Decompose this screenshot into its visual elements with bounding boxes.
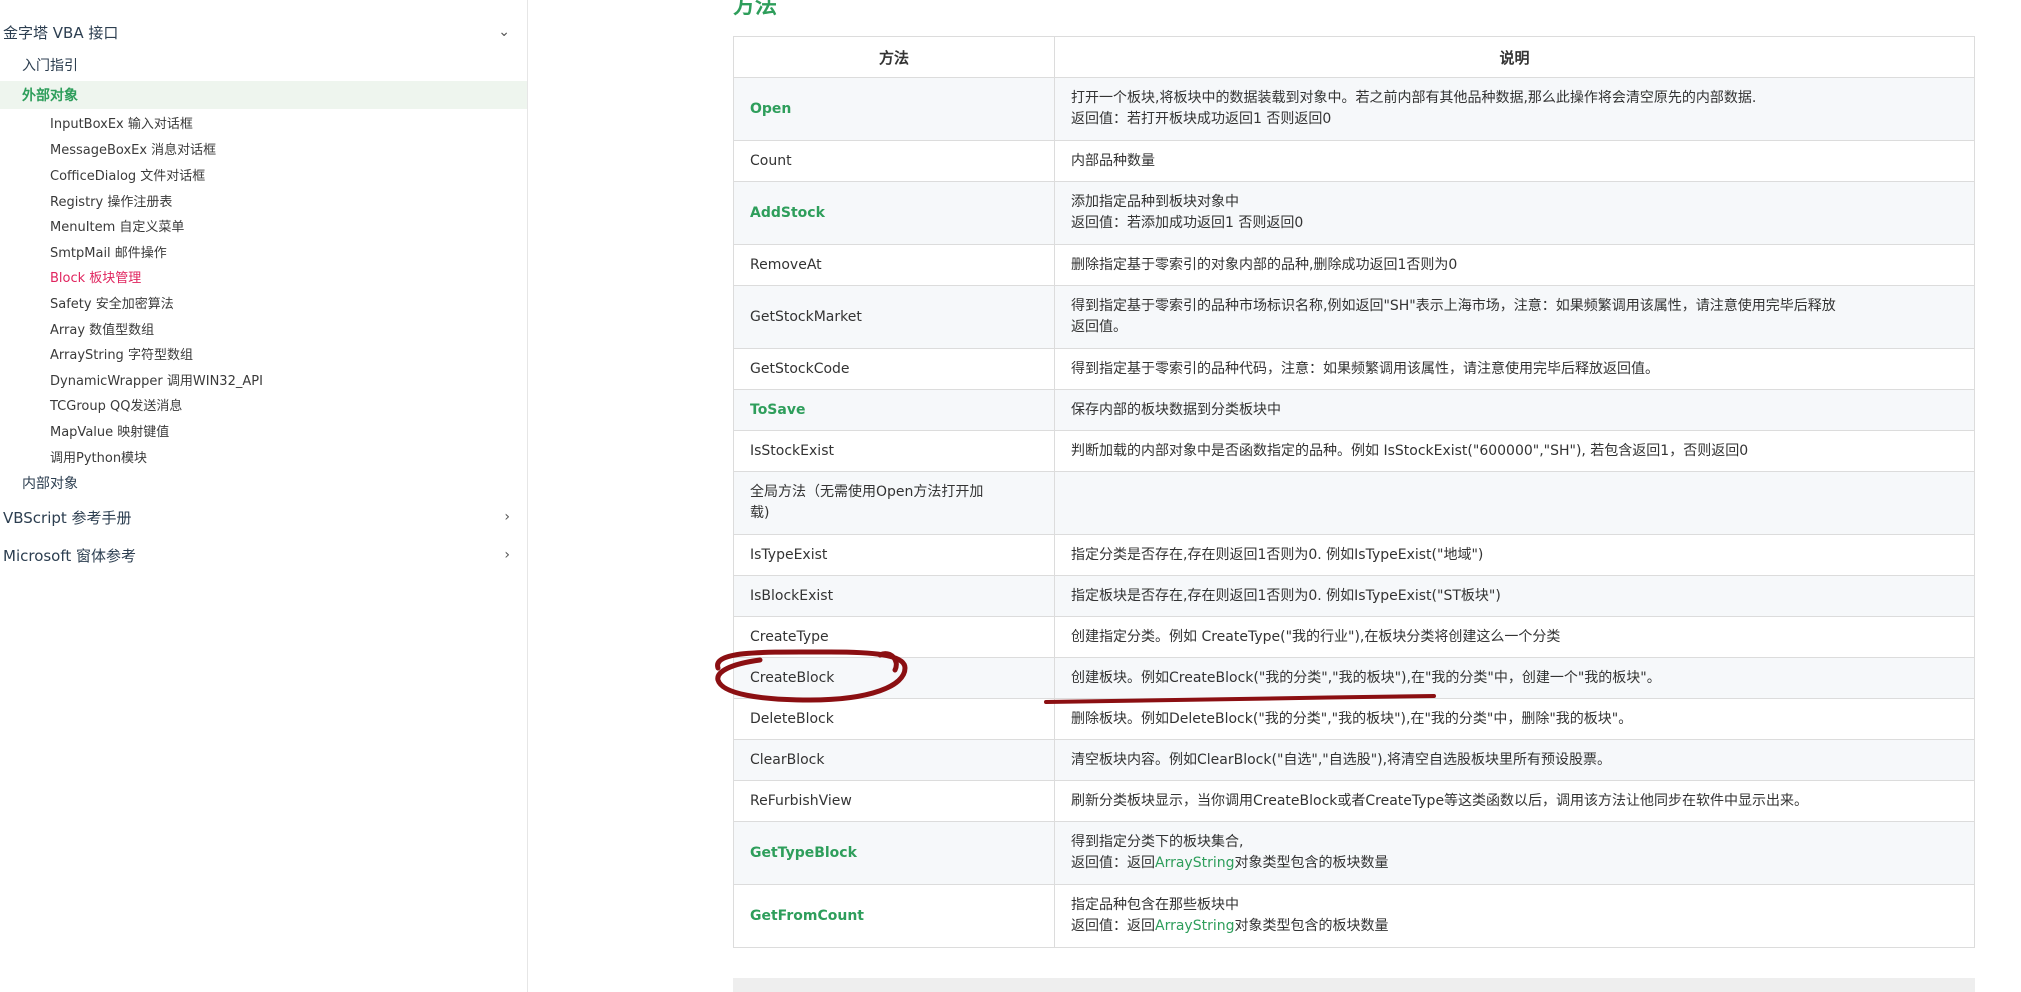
chevron-right-icon: › [504, 509, 510, 525]
sidebar-section-vba[interactable]: 金字塔 VBA 接口 ⌄ [3, 17, 518, 47]
method-name: Count [733, 140, 1055, 182]
sidebar-subitem-tcgroup[interactable]: TCGroup QQ发送消息 [50, 392, 182, 416]
table-row: AddStock 添加指定品种到板块对象中 返回值：若添加成功返回1 否则返回0 [733, 181, 1975, 245]
sidebar-subitem-block[interactable]: Block 板块管理 [50, 264, 141, 288]
sidebar-section-vbscript[interactable]: VBScript 参考手册 › [3, 502, 518, 532]
table-row: DeleteBlock 删除板块。例如DeleteBlock("我的分类","我… [733, 698, 1975, 740]
table-row: ReFurbishView 刷新分类板块显示，当你调用CreateBlock或者… [733, 780, 1975, 822]
method-name: IsBlockExist [733, 575, 1055, 617]
chevron-down-icon: ⌄ [498, 24, 510, 40]
sidebar-subitem-registry[interactable]: Registry 操作注册表 [50, 188, 172, 212]
method-name: ReFurbishView [733, 780, 1055, 822]
footer-bar [733, 978, 1975, 992]
sidebar-section-forms[interactable]: Microsoft 窗体参考 › [3, 540, 518, 570]
global-methods-label: 全局方法（无需使用Open方法打开加 载) [733, 471, 1055, 535]
method-description: 得到指定分类下的板块集合, 返回值：返回ArrayString对象类型包含的板块… [1054, 821, 1975, 885]
arraystring-link[interactable]: ArrayString [1155, 918, 1235, 934]
sidebar-subitem-mapvalue[interactable]: MapValue 映射键值 [50, 418, 169, 442]
method-name: CreateBlock [733, 657, 1055, 699]
sidebar-subitem-inputboxex[interactable]: InputBoxEx 输入对话框 [50, 110, 193, 134]
sidebar-section-vbscript-label: VBScript 参考手册 [3, 508, 132, 527]
sidebar-subitem-cofficedialog[interactable]: CofficeDialog 文件对话框 [50, 162, 205, 186]
table-row: IsBlockExist 指定板块是否存在,存在则返回1否则为0. 例如IsTy… [733, 575, 1975, 617]
sidebar-subitem-smtpmail[interactable]: SmtpMail 邮件操作 [50, 239, 167, 263]
method-description: 保存内部的板块数据到分类板块中 [1054, 389, 1975, 431]
method-description: 刷新分类板块显示，当你调用CreateBlock或者CreateType等这类函… [1054, 780, 1975, 822]
sidebar-subitem-menuitem[interactable]: MenuItem 自定义菜单 [50, 213, 184, 237]
method-name: IsStockExist [733, 430, 1055, 472]
table-row: IsStockExist 判断加载的内部对象中是否函数指定的品种。例如 IsSt… [733, 430, 1975, 472]
section-heading: 方法 [733, 0, 778, 19]
method-name: RemoveAt [733, 244, 1055, 286]
method-description: 打开一个板块,将板块中的数据装载到对象中。若之前内部有其他品种数据,那么此操作将… [1054, 77, 1975, 141]
table-row: GetFromCount 指定品种包含在那些板块中 返回值：返回ArrayStr… [733, 884, 1975, 948]
sidebar-subitem-arraystring[interactable]: ArrayString 字符型数组 [50, 341, 193, 365]
method-name: GetStockCode [733, 348, 1055, 390]
sidebar-item-external-objects[interactable]: 外部对象 [0, 81, 527, 109]
sidebar-subitem-safety[interactable]: Safety 安全加密算法 [50, 290, 174, 314]
method-name-link[interactable]: GetTypeBlock [733, 821, 1055, 885]
table-row: CreateBlock 创建板块。例如CreateBlock("我的分类","我… [733, 657, 1975, 699]
method-description: 指定板块是否存在,存在则返回1否则为0. 例如IsTypeExist("ST板块… [1054, 575, 1975, 617]
sidebar-subitem-dynamicwrapper[interactable]: DynamicWrapper 调用WIN32_API [50, 367, 263, 391]
method-name: IsTypeExist [733, 534, 1055, 576]
sidebar: 金字塔 VBA 接口 ⌄ 入门指引 外部对象 InputBoxEx 输入对话框 … [0, 0, 528, 992]
method-description: 得到指定基于零索引的品种市场标识名称,例如返回"SH"表示上海市场，注意：如果频… [1054, 285, 1975, 349]
column-header-method: 方法 [733, 36, 1055, 78]
method-name-link[interactable]: ToSave [733, 389, 1055, 431]
method-name-link[interactable]: Open [733, 77, 1055, 141]
table-header-row: 方法 说明 [733, 36, 1975, 78]
table-row: IsTypeExist 指定分类是否存在,存在则返回1否则为0. 例如IsTyp… [733, 534, 1975, 576]
method-description: 添加指定品种到板块对象中 返回值：若添加成功返回1 否则返回0 [1054, 181, 1975, 245]
method-description: 指定品种包含在那些板块中 返回值：返回ArrayString对象类型包含的板块数… [1054, 884, 1975, 948]
method-description: 得到指定基于零索引的品种代码，注意：如果频繁调用该属性，请注意使用完毕后释放返回… [1054, 348, 1975, 390]
sidebar-item-intro[interactable]: 入门指引 [0, 51, 527, 79]
method-name: DeleteBlock [733, 698, 1055, 740]
method-description: 指定分类是否存在,存在则返回1否则为0. 例如IsTypeExist("地域") [1054, 534, 1975, 576]
table-row: ToSave 保存内部的板块数据到分类板块中 [733, 389, 1975, 431]
sidebar-section-forms-label: Microsoft 窗体参考 [3, 546, 137, 565]
table-row: ClearBlock 清空板块内容。例如ClearBlock("自选","自选股… [733, 739, 1975, 781]
method-name-link[interactable]: GetFromCount [733, 884, 1055, 948]
sidebar-section-vba-label: 金字塔 VBA 接口 [3, 23, 119, 42]
method-description: 判断加载的内部对象中是否函数指定的品种。例如 IsStockExist("600… [1054, 430, 1975, 472]
method-description-empty [1054, 471, 1975, 535]
methods-table: 方法 说明 Open 打开一个板块,将板块中的数据装载到对象中。若之前内部有其他… [733, 36, 1975, 948]
method-description: 创建板块。例如CreateBlock("我的分类","我的板块"),在"我的分类… [1054, 657, 1975, 699]
table-row: Open 打开一个板块,将板块中的数据装载到对象中。若之前内部有其他品种数据,那… [733, 77, 1975, 141]
method-description: 创建指定分类。例如 CreateType("我的行业"),在板块分类将创建这么一… [1054, 616, 1975, 658]
sidebar-subitem-array[interactable]: Array 数值型数组 [50, 316, 154, 340]
arraystring-link[interactable]: ArrayString [1155, 855, 1235, 871]
column-header-description: 说明 [1054, 36, 1975, 78]
table-row: CreateType 创建指定分类。例如 CreateType("我的行业"),… [733, 616, 1975, 658]
method-description: 内部品种数量 [1054, 140, 1975, 182]
method-description: 清空板块内容。例如ClearBlock("自选","自选股"),将清空自选股板块… [1054, 739, 1975, 781]
method-name: ClearBlock [733, 739, 1055, 781]
table-row: GetTypeBlock 得到指定分类下的板块集合, 返回值：返回ArraySt… [733, 821, 1975, 885]
table-row: RemoveAt 删除指定基于零索引的对象内部的品种,删除成功返回1否则为0 [733, 244, 1975, 286]
table-row: Count 内部品种数量 [733, 140, 1975, 182]
sidebar-subitem-messageboxex[interactable]: MessageBoxEx 消息对话框 [50, 136, 216, 160]
sidebar-item-internal-objects[interactable]: 内部对象 [0, 469, 527, 497]
table-row: GetStockMarket 得到指定基于零索引的品种市场标识名称,例如返回"S… [733, 285, 1975, 349]
method-description: 删除指定基于零索引的对象内部的品种,删除成功返回1否则为0 [1054, 244, 1975, 286]
method-name: CreateType [733, 616, 1055, 658]
sidebar-subitem-python[interactable]: 调用Python模块 [50, 444, 147, 468]
method-name: GetStockMarket [733, 285, 1055, 349]
chevron-right-icon: › [504, 547, 510, 563]
table-row-global-methods: 全局方法（无需使用Open方法打开加 载) [733, 471, 1975, 535]
method-description: 删除板块。例如DeleteBlock("我的分类","我的板块"),在"我的分类… [1054, 698, 1975, 740]
table-row: GetStockCode 得到指定基于零索引的品种代码，注意：如果频繁调用该属性… [733, 348, 1975, 390]
method-name-link[interactable]: AddStock [733, 181, 1055, 245]
